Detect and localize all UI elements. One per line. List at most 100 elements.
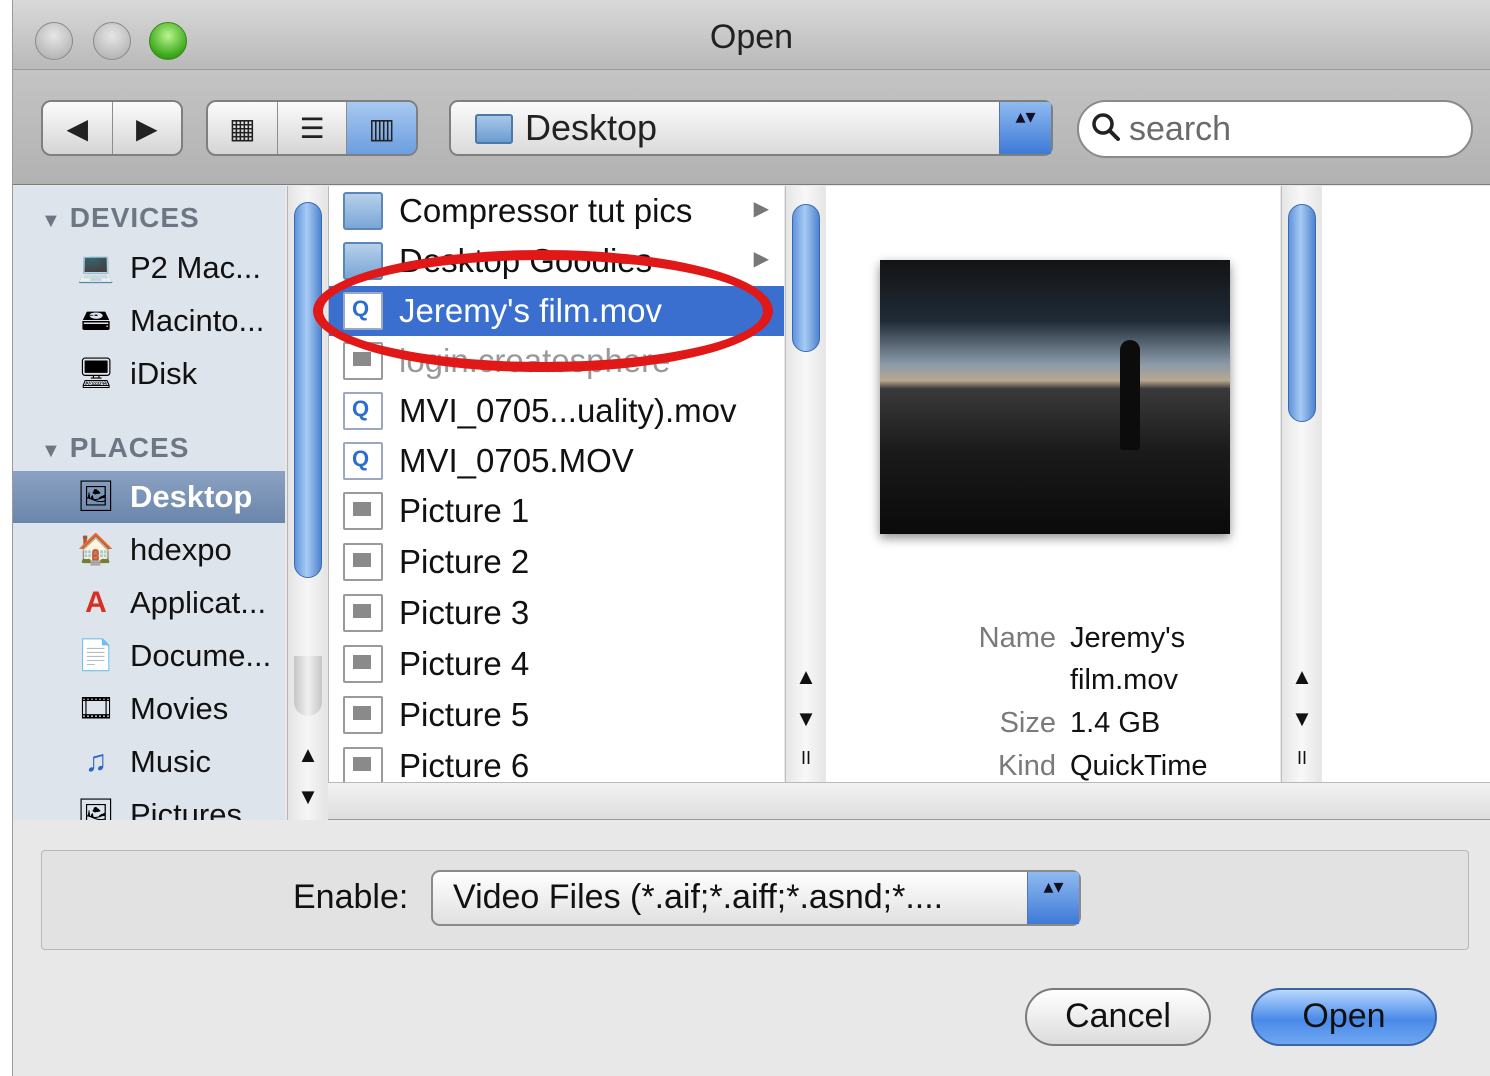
open-dialog: Open ◀ ▶ ▦ ☰ ▥ Desktop ▴▾ ▼ DEVICES 💻 xyxy=(12,0,1490,1076)
file-name: Desktop Goodies xyxy=(399,242,653,279)
sidebar-item-desktop[interactable]: 🖼 Desktop xyxy=(13,471,285,523)
folder-icon xyxy=(343,242,383,280)
kind-key: Kind xyxy=(997,750,1056,782)
image-file-icon xyxy=(343,747,383,782)
image-file-icon xyxy=(343,696,383,734)
list-view-button[interactable]: ☰ xyxy=(278,102,348,154)
list-item[interactable]: MVI_0705.MOV xyxy=(329,436,784,486)
document-icon xyxy=(343,342,383,380)
size-key: Size xyxy=(999,707,1056,739)
quicktime-movie-icon xyxy=(343,292,383,330)
image-file-icon xyxy=(343,543,383,581)
enable-file-type-popup[interactable]: Video Files (*.aif;*.aiff;*.asnd;*.... ▴… xyxy=(431,870,1081,926)
enable-popup-value: Video Files (*.aif;*.aiff;*.asnd;*.... xyxy=(453,878,944,916)
file-name: Picture 6 xyxy=(399,747,530,782)
list-item-selected[interactable]: Jeremy's film.mov xyxy=(329,286,784,336)
laptop-icon: 💻 xyxy=(77,251,115,284)
scroll-down-arrow-icon[interactable]: ▼ xyxy=(791,706,821,732)
list-item[interactable]: Picture 1 xyxy=(329,486,784,536)
scroll-down-arrow-icon[interactable]: ▼ xyxy=(1287,706,1317,732)
disclosure-triangle-icon: ▼ xyxy=(41,210,62,232)
column-view-button[interactable]: ▥ xyxy=(347,102,416,154)
preview-scroll-thumb[interactable] xyxy=(1288,204,1316,422)
list-item[interactable]: Picture 2 xyxy=(329,537,784,587)
back-arrow-icon: ◀ xyxy=(66,112,89,144)
forward-arrow-icon: ▶ xyxy=(135,112,158,144)
image-file-icon xyxy=(343,492,383,530)
chevron-right-icon: ▶ xyxy=(753,248,769,270)
sidebar-item-idisk[interactable]: 🖥 iDisk xyxy=(13,348,285,400)
sidebar-item-label: Music xyxy=(130,744,211,779)
list-item[interactable]: Picture 6 xyxy=(329,741,784,782)
sidebar-item-label: Desktop xyxy=(130,479,253,514)
file-list-scrollbar[interactable]: ▲ ▼ II xyxy=(785,186,825,782)
sidebar-scroll-thumb[interactable] xyxy=(294,202,322,578)
file-name: Picture 1 xyxy=(399,492,530,529)
sidebar-item-macintosh-hd[interactable]: 🖴 Macinto... xyxy=(13,295,285,347)
sidebar: ▼ DEVICES 💻 P2 Mac... 🖴 Macinto... 🖥 iDis… xyxy=(13,186,285,820)
sidebar-item-label: Applicat... xyxy=(130,585,267,620)
file-list-scroll-thumb[interactable] xyxy=(792,204,820,352)
applications-icon: A xyxy=(85,586,107,619)
sidebar-item-movies[interactable]: 🎞 Movies xyxy=(13,683,285,735)
horizontal-scrollbar[interactable] xyxy=(328,782,1490,820)
sidebar-scrollbar[interactable]: ▲ ▼ xyxy=(287,186,327,820)
list-item[interactable]: Desktop Goodies ▶ xyxy=(329,236,784,286)
sidebar-item-applications[interactable]: A Applicat... xyxy=(13,577,285,629)
list-item[interactable]: MVI_0705...uality).mov xyxy=(329,386,784,436)
pictures-icon: 🖼 xyxy=(77,798,116,820)
sidebar-item-p2-mac[interactable]: 💻 P2 Mac... xyxy=(13,242,285,294)
scroll-up-arrow-icon[interactable]: ▲ xyxy=(1287,664,1317,690)
icon-view-button[interactable]: ▦ xyxy=(208,102,278,154)
sidebar-item-label: hdexpo xyxy=(130,532,232,567)
sidebar-item-label: Docume... xyxy=(130,638,272,673)
back-forward-group: ◀ ▶ xyxy=(41,100,183,156)
list-item[interactable]: Picture 3 xyxy=(329,588,784,638)
list-view-icon: ☰ xyxy=(299,112,325,144)
folder-icon xyxy=(343,192,383,230)
location-popup[interactable]: Desktop ▴▾ xyxy=(449,100,1053,156)
file-name: Compressor tut pics xyxy=(399,192,693,229)
list-item[interactable]: Picture 4 xyxy=(329,639,784,689)
idisk-icon: 🖥 xyxy=(77,357,116,390)
places-heading[interactable]: ▼ PLACES xyxy=(41,432,189,464)
size-value: 1.4 GB xyxy=(1070,707,1161,739)
scroll-up-arrow-icon[interactable]: ▲ xyxy=(791,664,821,690)
sidebar-item-label: Movies xyxy=(130,691,229,726)
scroll-down-arrow-icon[interactable]: ▼ xyxy=(293,784,323,810)
cancel-button[interactable]: Cancel xyxy=(1025,988,1211,1046)
sidebar-item-label: Pictures xyxy=(130,797,242,820)
places-heading-label: PLACES xyxy=(69,432,190,463)
file-name: MVI_0705...uality).mov xyxy=(399,392,737,429)
back-button[interactable]: ◀ xyxy=(43,102,113,154)
image-file-icon xyxy=(343,594,383,632)
desktop-icon: 🖼 xyxy=(77,480,116,513)
location-label: Desktop xyxy=(525,107,658,148)
sidebar-item-documents[interactable]: 📄 Docume... xyxy=(13,630,285,682)
sidebar-item-label: Macinto... xyxy=(130,303,265,338)
column-resize-grip-icon[interactable]: II xyxy=(1287,748,1317,769)
sidebar-item-music[interactable]: ♫ Music xyxy=(13,736,285,788)
list-item[interactable]: Picture 5 xyxy=(329,690,784,740)
name-value-line2: film.mov xyxy=(1070,664,1178,696)
quicktime-movie-icon xyxy=(343,442,383,480)
search-field[interactable] xyxy=(1077,100,1473,158)
open-button[interactable]: Open xyxy=(1251,988,1437,1046)
sidebar-item-hdexpo[interactable]: 🏠 hdexpo xyxy=(13,524,285,576)
movie-preview-thumbnail xyxy=(880,260,1230,534)
column-resize-grip-icon[interactable]: II xyxy=(791,748,821,769)
scroll-up-arrow-icon[interactable]: ▲ xyxy=(293,742,323,768)
image-file-icon xyxy=(343,645,383,683)
silhouette-figure xyxy=(1120,340,1140,450)
preview-scrollbar[interactable]: ▲ ▼ II xyxy=(1281,186,1321,782)
list-item[interactable]: Compressor tut pics ▶ xyxy=(329,186,784,236)
view-mode-group: ▦ ☰ ▥ xyxy=(206,100,418,156)
forward-button[interactable]: ▶ xyxy=(113,102,182,154)
list-item[interactable]: login.createsphere xyxy=(329,336,784,386)
devices-heading[interactable]: ▼ DEVICES xyxy=(41,202,200,234)
preview-column: Name Jeremy's film.mov Size 1.4 GB Kind … xyxy=(826,186,1280,782)
search-input[interactable] xyxy=(1129,110,1449,148)
file-name: Picture 3 xyxy=(399,594,530,631)
quicktime-movie-icon xyxy=(343,392,383,430)
sidebar-item-pictures[interactable]: 🖼 Pictures xyxy=(13,789,285,820)
